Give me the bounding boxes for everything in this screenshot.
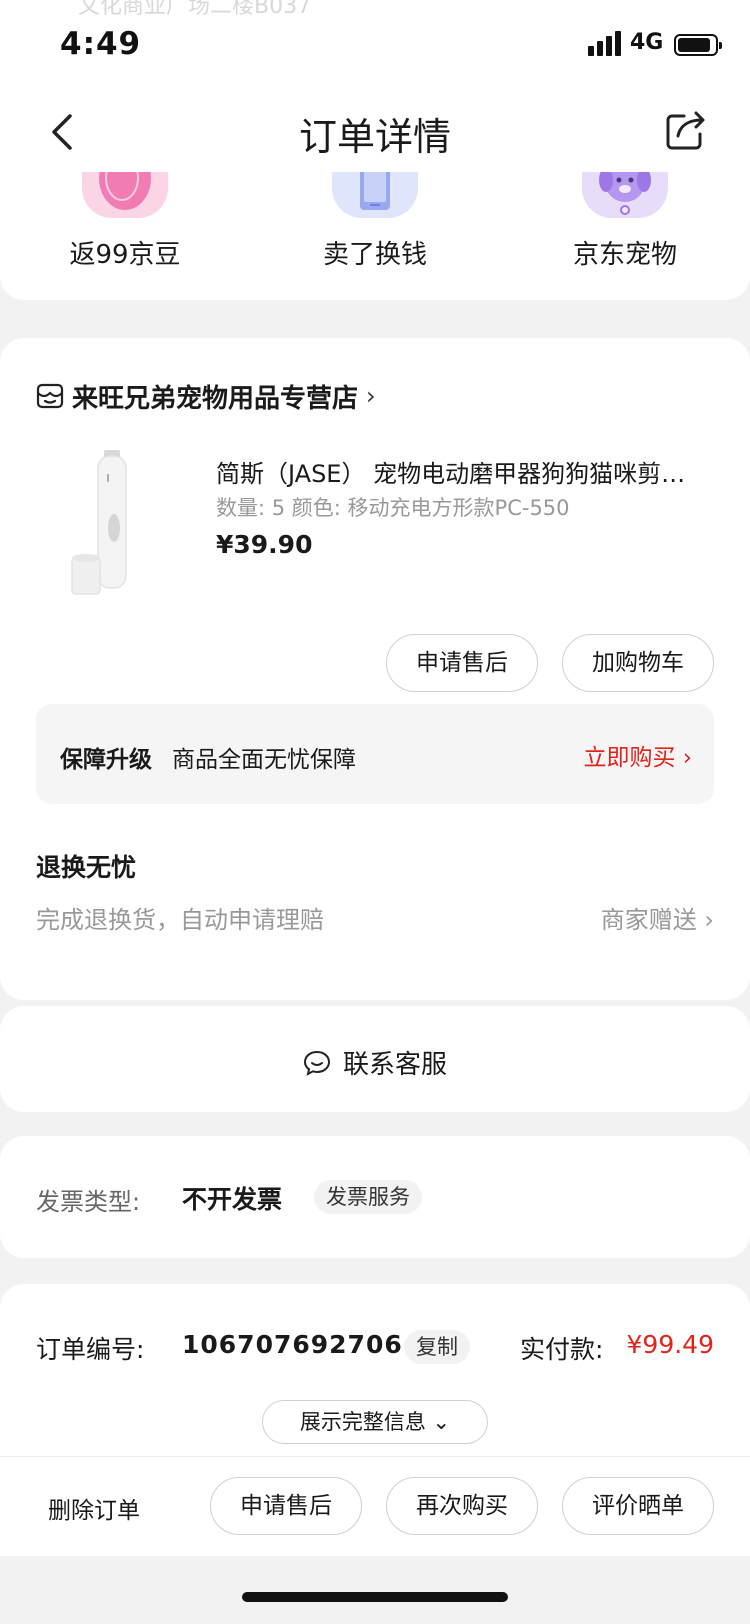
store-icon	[36, 383, 64, 409]
copy-order-number-button[interactable]: 复制	[404, 1330, 470, 1364]
svg-text:∥: ∥	[106, 473, 110, 482]
quick-actions-row: 返99京豆 卖了换钱 京东宠物	[0, 172, 750, 282]
invoice-service-tag[interactable]: 发票服务	[314, 1180, 422, 1214]
bean-icon	[82, 172, 168, 218]
merchant-gift-link[interactable]: 商家赠送 ›	[601, 900, 714, 935]
home-indicator[interactable]	[242, 1592, 508, 1602]
product-thumbnail[interactable]: ∥	[70, 448, 160, 598]
product-price: ¥39.90	[216, 530, 313, 559]
guarantee-title: 保障升级	[60, 747, 152, 773]
add-to-cart-button[interactable]: 加购物车	[562, 634, 714, 692]
buy-now-link[interactable]: 立即购买 ›	[583, 738, 692, 772]
pet-dog-icon	[582, 172, 668, 218]
order-number: 106707692706	[182, 1330, 403, 1359]
bottom-action-bar: 删除订单 申请售后 再次购买 评价晒单	[0, 1456, 750, 1556]
quick-action-label: 京东宠物	[572, 240, 677, 270]
returns-title: 退换无忧	[36, 853, 137, 882]
order-info-card: 订单编号: 106707692706 复制 实付款: ¥99.49 展示完整信息…	[0, 1284, 750, 1484]
delete-order-button[interactable]: 删除订单	[48, 1491, 140, 1525]
invoice-type-value: 不开发票	[182, 1185, 283, 1214]
apply-after-sale-button[interactable]: 申请售后	[386, 634, 538, 692]
nav-bar: 订单详情	[0, 92, 750, 172]
quick-action-jingdou[interactable]: 返99京豆	[30, 172, 220, 271]
product-title[interactable]: 简斯（JASE） 宠物电动磨甲器狗狗猫咪剪…	[216, 454, 710, 489]
customer-service-card[interactable]: 联系客服	[0, 1006, 750, 1112]
page-title: 订单详情	[298, 115, 451, 159]
order-product-card: 来旺兄弟宠物用品专营店 › ∥ 简斯（JASE） 宠物电动磨甲器狗狗猫咪剪… 数…	[0, 338, 750, 1000]
quick-action-sell[interactable]: 卖了换钱	[280, 172, 470, 271]
invoice-card: 发票类型: 不开发票 发票服务	[0, 1136, 750, 1258]
quick-action-pet[interactable]: 京东宠物	[530, 172, 720, 271]
bottom-apply-after-sale-button[interactable]: 申请售后	[210, 1477, 362, 1535]
store-link[interactable]: 来旺兄弟宠物用品专营店 ›	[36, 378, 376, 414]
customer-service-button[interactable]: 联系客服	[0, 1044, 750, 1081]
guarantee-upgrade-banner[interactable]: 保障升级 商品全面无忧保障 立即购买 ›	[36, 704, 714, 804]
paid-amount-label: 实付款:	[520, 1335, 604, 1364]
paid-amount-value: ¥99.49	[626, 1330, 714, 1359]
store-name: 来旺兄弟宠物用品专营店	[72, 383, 359, 414]
customer-service-label: 联系客服	[342, 1050, 447, 1080]
guarantee-desc: 商品全面无忧保障	[172, 747, 356, 773]
order-number-label: 订单编号:	[36, 1335, 145, 1364]
quick-action-label: 卖了换钱	[322, 240, 427, 270]
buy-again-button[interactable]: 再次购买	[386, 1477, 538, 1535]
phone-icon	[332, 172, 418, 218]
product-spec: 数量: 5 颜色: 移动充电方形款PC-550	[216, 496, 570, 520]
battery-icon	[674, 34, 722, 56]
show-full-info-button[interactable]: 展示完整信息 ⌄	[262, 1400, 488, 1444]
signal-icon	[588, 31, 621, 56]
invoice-type-label: 发票类型:	[36, 1188, 141, 1216]
returns-desc: 完成退换货，自动申请理赔	[36, 906, 324, 934]
status-bar: 4:49 4G	[0, 0, 750, 90]
store-arrow-icon: ›	[366, 382, 376, 410]
chat-bubble-icon	[303, 1050, 330, 1076]
network-type: 4G	[630, 30, 664, 55]
header-section: 文化商业广场二楼B037 4:49 4G 订单详情 返99京豆 卖了换钱 京东宠…	[0, 0, 750, 300]
share-icon[interactable]	[664, 108, 708, 152]
home-indicator-area	[0, 1556, 750, 1624]
quick-action-label: 返99京豆	[69, 240, 181, 270]
status-time: 4:49	[60, 26, 142, 62]
review-order-button[interactable]: 评价晒单	[562, 1477, 714, 1535]
